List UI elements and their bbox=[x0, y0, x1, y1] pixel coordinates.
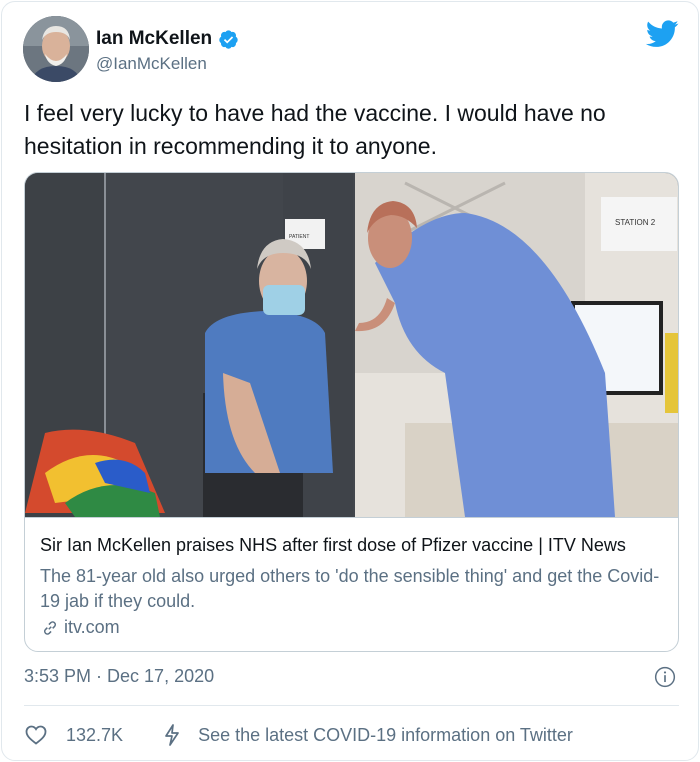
heart-icon[interactable] bbox=[24, 723, 48, 747]
verified-badge-icon bbox=[219, 29, 238, 49]
card-title[interactable]: Sir Ian McKellen praises NHS after first… bbox=[40, 535, 626, 556]
author-name[interactable]: Ian McKellen bbox=[96, 28, 239, 50]
avatar-photo bbox=[23, 16, 89, 82]
station-sign-text: STATION 2 bbox=[615, 218, 656, 227]
twitter-bird-icon[interactable] bbox=[646, 20, 679, 48]
action-bar: 132.7K See the latest COVID-19 informati… bbox=[24, 721, 573, 749]
patient-sign-text: PATIENT bbox=[289, 234, 309, 240]
card-body: Sir Ian McKellen praises NHS after first… bbox=[25, 517, 678, 651]
tweet-timestamp[interactable]: 3:53 PM · Dec 17, 2020 bbox=[24, 666, 214, 687]
info-icon[interactable] bbox=[654, 666, 676, 688]
card-description: The 81-year old also urged others to 'do… bbox=[40, 566, 660, 611]
divider bbox=[24, 705, 679, 706]
card-image: PATIENT STATION 2 bbox=[25, 173, 678, 517]
like-count[interactable]: 132.7K bbox=[66, 725, 123, 746]
tweet-text: I feel very lucky to have had the vaccin… bbox=[24, 100, 606, 159]
author-handle[interactable]: @IanMcKellen bbox=[96, 54, 207, 74]
covid-info-link[interactable]: See the latest COVID-19 information on T… bbox=[198, 725, 573, 746]
link-icon bbox=[44, 620, 56, 635]
author-name-text[interactable]: Ian McKellen bbox=[96, 28, 212, 50]
card-domain-text[interactable]: itv.com bbox=[64, 617, 120, 638]
lightning-icon bbox=[165, 724, 179, 746]
card-domain[interactable]: itv.com bbox=[40, 617, 120, 638]
avatar[interactable] bbox=[23, 16, 89, 82]
link-card[interactable]: PATIENT STATION 2 Sir Ian McKellen prais… bbox=[24, 172, 679, 652]
tweet-card: Ian McKellen @IanMcKellen I feel very lu… bbox=[1, 1, 699, 761]
